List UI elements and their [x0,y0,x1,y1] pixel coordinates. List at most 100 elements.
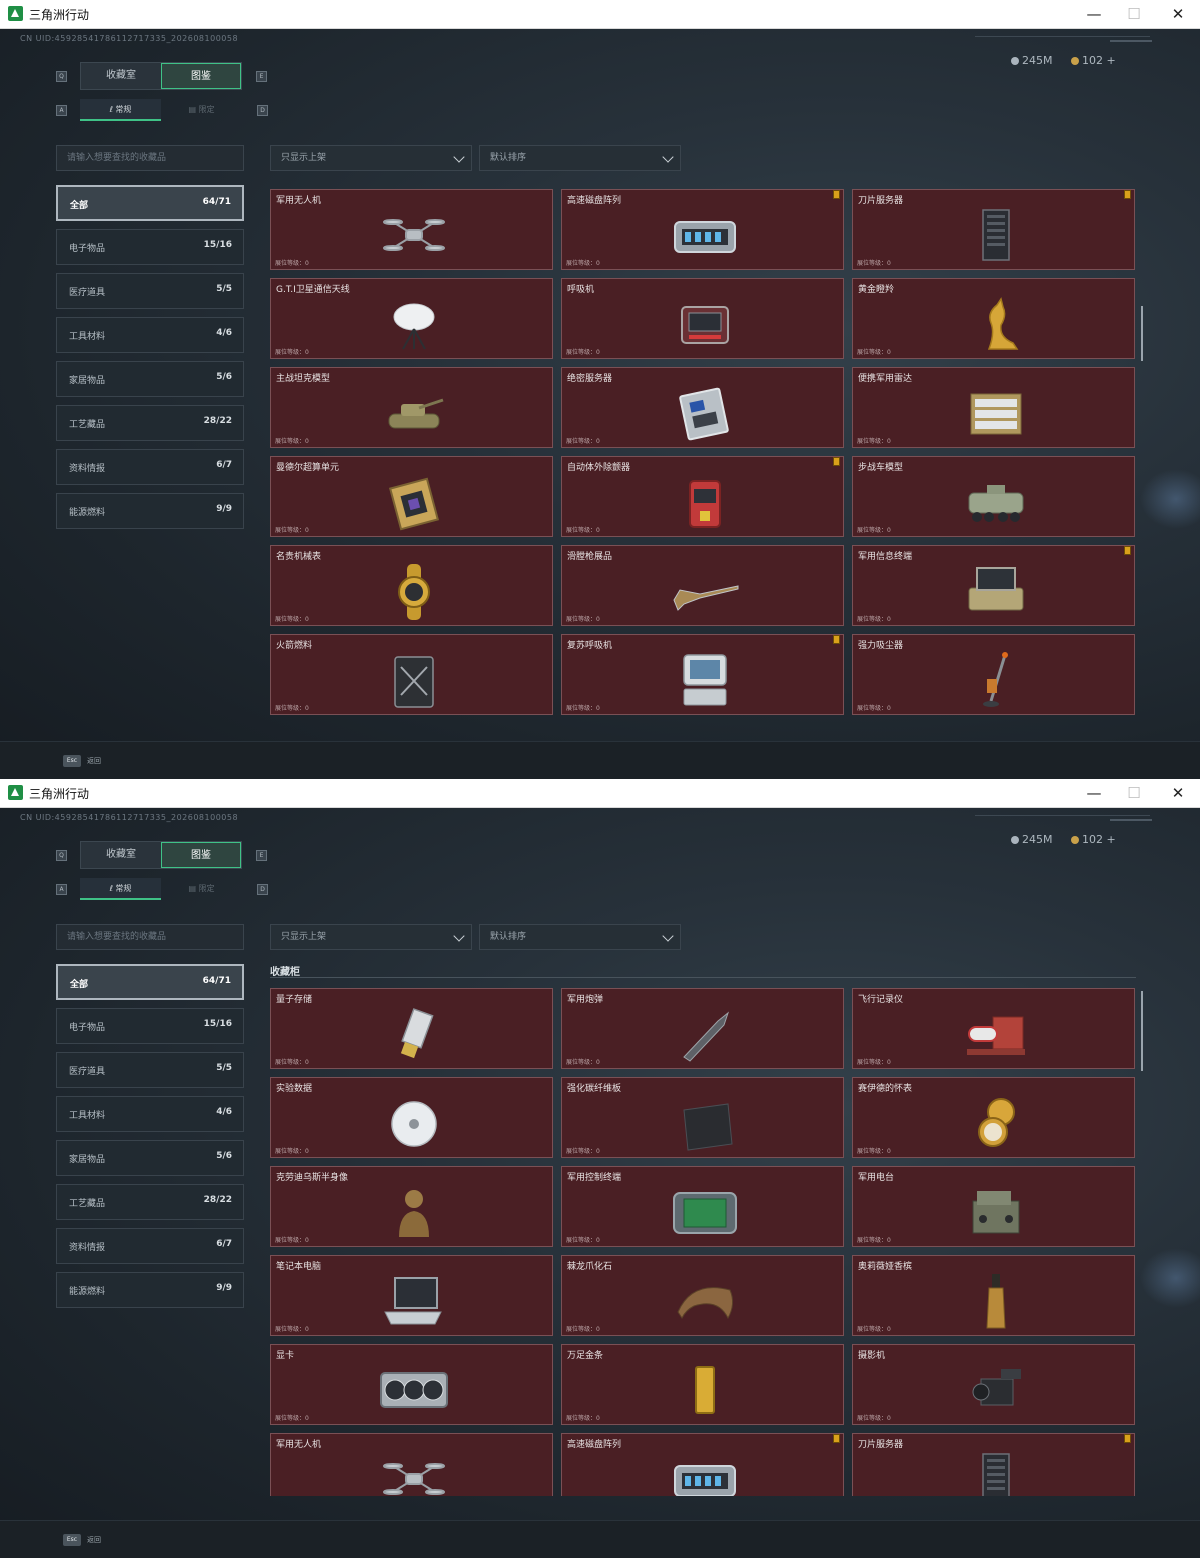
aed-icon [670,471,740,533]
card-title: 强化碳纤维板 [567,1084,622,1094]
collectible-card[interactable]: 自动体外除颤器 展位等级：0 [561,456,844,537]
category-item[interactable]: 工具材料 4/6 [56,1096,244,1132]
collectible-card[interactable]: 军用无人机展位等级：0 [270,1433,553,1496]
collectible-card[interactable]: 强力吸尘器 展位等级：0 [852,634,1135,715]
grid-scrollbar[interactable] [1141,306,1143,361]
card-title: 飞行记录仪 [858,995,904,1005]
collectible-card[interactable]: 绝密服务器 展位等级：0 [561,367,844,448]
esc-key-hint[interactable]: Esc [63,755,81,767]
collectible-card[interactable]: G.T.I卫星通信天线 展位等级：0 [270,278,553,359]
category-item[interactable]: 医疗道具 5/5 [56,1052,244,1088]
esc-key-hint[interactable]: Esc [63,1534,81,1546]
collectible-card[interactable]: 军用炮弹 展位等级：0 [561,988,844,1069]
category-item[interactable]: 资料情报 6/7 [56,1228,244,1264]
card-level: 展位等级：0 [857,1237,891,1244]
tab-collection-room[interactable]: 收藏室 [81,842,161,868]
collectible-card[interactable]: 刀片服务器展位等级：0 [852,1433,1135,1496]
category-count: 15/16 [203,1019,232,1029]
minimize-button[interactable]: — [1072,0,1116,29]
collectible-card[interactable]: 呼吸机 展位等级：0 [561,278,844,359]
grid-scrollbar[interactable] [1141,991,1143,1071]
category-item[interactable]: 电子物品 15/16 [56,1008,244,1044]
subtab-regular[interactable]: ℓ 常规 [80,878,161,900]
collectible-card[interactable]: 曼德尔超算单元 展位等级：0 [270,456,553,537]
collectible-card[interactable]: 实验数据 展位等级：0 [270,1077,553,1158]
collectible-card[interactable]: 飞行记录仪 展位等级：0 [852,988,1135,1069]
tab-collection-room[interactable]: 收藏室 [81,63,161,89]
collectible-card[interactable]: 军用信息终端 展位等级：0 [852,545,1135,626]
silver-currency[interactable]: 245M [1011,54,1053,67]
collectible-card[interactable]: 高速磁盘阵列展位等级：0 [561,1433,844,1496]
collectible-card[interactable]: 棘龙爪化石 展位等级：0 [561,1255,844,1336]
card-level: 展位等级：0 [566,705,600,712]
collectible-card[interactable]: 主战坦克模型 展位等级：0 [270,367,553,448]
subtab-regular[interactable]: ℓ 常规 [80,99,161,121]
category-item[interactable]: 电子物品 15/16 [56,229,244,265]
card-level: 展位等级：0 [566,260,600,267]
collectible-card[interactable]: 军用无人机展位等级：0 [270,189,553,270]
silver-currency[interactable]: 245M [1011,833,1053,846]
close-button[interactable]: ✕ [1156,779,1200,808]
collectible-card[interactable]: 摄影机 展位等级：0 [852,1344,1135,1425]
filter-dropdown[interactable]: 只显示上架 [270,924,472,950]
server-icon [961,204,1031,266]
category-item[interactable]: 家居物品 5/6 [56,1140,244,1176]
search-input[interactable]: 请输入想要查找的收藏品 [56,145,244,171]
collectible-card[interactable]: 黄金瞪羚 展位等级：0 [852,278,1135,359]
category-item[interactable]: 能源燃料 9/9 [56,493,244,529]
close-button[interactable]: ✕ [1156,0,1200,29]
collectible-card[interactable]: 显卡 展位等级：0 [270,1344,553,1425]
collectible-card[interactable]: 万足金条 展位等级：0 [561,1344,844,1425]
server-icon [961,1448,1031,1496]
minimize-button[interactable]: — [1072,779,1116,808]
collectible-card[interactable]: 名贵机械表 展位等级：0 [270,545,553,626]
card-level: 展位等级：0 [857,1415,891,1422]
category-item[interactable]: 工艺藏品 28/22 [56,1184,244,1220]
subtab-limited[interactable]: ▤ 限定 [161,878,242,900]
category-count: 28/22 [203,416,232,426]
search-input[interactable]: 请输入想要查找的收藏品 [56,924,244,950]
limited-icon: ▤ [188,105,199,114]
collectible-card[interactable]: 军用电台 展位等级：0 [852,1166,1135,1247]
collectible-card[interactable]: 复苏呼吸机 展位等级：0 [561,634,844,715]
collectible-card[interactable]: 奥莉薇娅香槟 展位等级：0 [852,1255,1135,1336]
collectible-card[interactable]: 强化碳纤维板 展位等级：0 [561,1077,844,1158]
collectible-card[interactable]: 滑膛枪展品 展位等级：0 [561,545,844,626]
collectible-card[interactable]: 步战车模型 展位等级：0 [852,456,1135,537]
tab-catalog[interactable]: 图鉴 [161,63,241,89]
category-item[interactable]: 医疗道具 5/5 [56,273,244,309]
maximize-button[interactable]: ☐ [1112,0,1156,29]
card-level: 展位等级：0 [275,1237,309,1244]
category-item[interactable]: 资料情报 6/7 [56,449,244,485]
collectible-card[interactable]: 火箭燃料 展位等级：0 [270,634,553,715]
filter-dropdown[interactable]: 只显示上架 [270,145,472,171]
sort-dropdown[interactable]: 默认排序 [479,924,681,950]
gold-currency[interactable]: 102 + [1071,54,1116,67]
category-item[interactable]: 工具材料 4/6 [56,317,244,353]
category-item[interactable]: 家居物品 5/6 [56,361,244,397]
collectible-card[interactable]: 克劳迪乌斯半身像 展位等级：0 [270,1166,553,1247]
category-name: 家居物品 [69,1155,106,1165]
card-level: 展位等级：0 [857,1148,891,1155]
category-item[interactable]: 全部 64/71 [56,185,244,221]
terminal-icon [961,560,1031,622]
category-count: 5/5 [216,284,232,294]
category-item[interactable]: 全部 64/71 [56,964,244,1000]
tab-catalog[interactable]: 图鉴 [161,842,241,868]
sort-dropdown[interactable]: 默认排序 [479,145,681,171]
gold-currency[interactable]: 102 + [1071,833,1116,846]
collectible-card[interactable]: 量子存储 展位等级：0 [270,988,553,1069]
collectible-card[interactable]: 刀片服务器展位等级：0 [852,189,1135,270]
back-label[interactable]: 返回 [87,1535,101,1545]
category-item[interactable]: 工艺藏品 28/22 [56,405,244,441]
collectible-card[interactable]: 笔记本电脑 展位等级：0 [270,1255,553,1336]
category-item[interactable]: 能源燃料 9/9 [56,1272,244,1308]
collectible-card[interactable]: 赛伊德的怀表 展位等级：0 [852,1077,1135,1158]
back-label[interactable]: 返回 [87,756,101,766]
card-title: 绝密服务器 [567,374,613,384]
collectible-card[interactable]: 高速磁盘阵列展位等级：0 [561,189,844,270]
collectible-card[interactable]: 便携军用雷达 展位等级：0 [852,367,1135,448]
subtab-limited[interactable]: ▤ 限定 [161,99,242,121]
collectible-card[interactable]: 军用控制终端 展位等级：0 [561,1166,844,1247]
maximize-button[interactable]: ☐ [1112,779,1156,808]
